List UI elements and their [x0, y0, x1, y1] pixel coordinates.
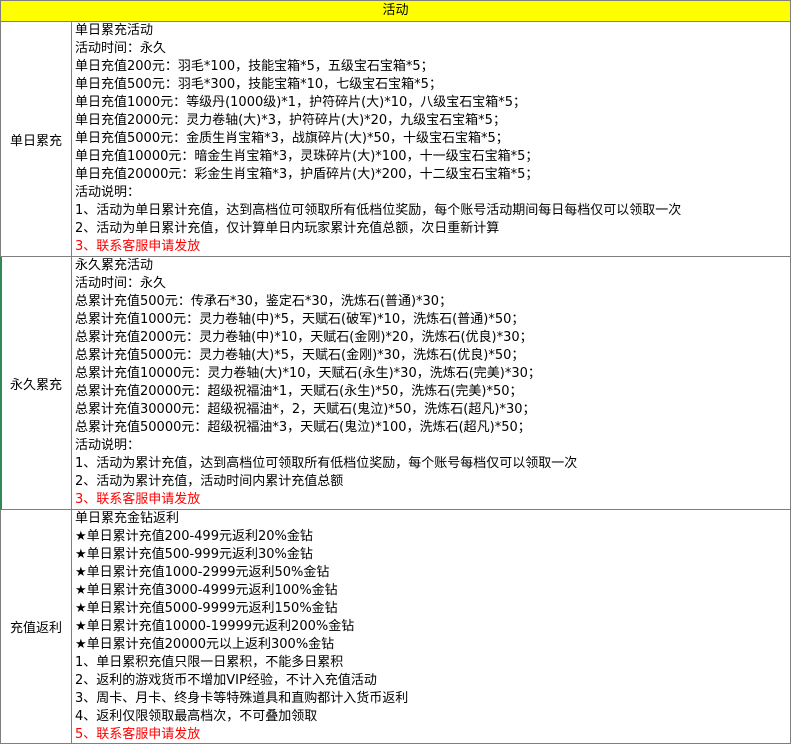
content-line: ★单日累计充值1000-2999元返利50%金钻	[75, 565, 330, 580]
content-daily-recharge[interactable]: 单日累充活动 活动时间：永久单日充值200元：羽毛*100，技能宝箱*5，五级宝石…	[72, 22, 791, 257]
content-line: 活动时间：永久	[75, 41, 167, 56]
content-line: 永久累充活动	[75, 258, 154, 273]
content-line: ★单日累计充值10000-19999元返利200%金钻	[75, 619, 355, 634]
content-line: 2、返利的游戏货币不增加VIP经验，不计入充值活动	[75, 673, 377, 688]
contact-note-line: 3、联系客服申请发放	[75, 492, 201, 507]
content-line: 1、单日累积充值只限一日累积，不能多日累积	[75, 655, 344, 670]
sheet-header[interactable]: 活动	[0, 0, 791, 22]
content-line: 单日累充活动	[75, 23, 154, 38]
content-line: 单日充值10000元：暗金生肖宝箱*3，灵珠碎片(大)*100，十一级宝石宝箱*…	[75, 149, 539, 164]
content-line: 总累计充值1000元：灵力卷轴(中)*5，天赋石(破军)*10，洗炼石(普通)*…	[75, 312, 525, 327]
content-line: 总累计充值500元：传承石*30，鉴定石*30，洗炼石(普通)*30；	[75, 294, 453, 309]
section-daily-recharge: 单日累充 单日累充活动 活动时间：永久单日充值200元：羽毛*100，技能宝箱*5…	[0, 22, 791, 257]
row-label-permanent-recharge[interactable]: 永久累充	[0, 257, 72, 510]
contact-note-line: 5、联系客服申请发放	[75, 727, 201, 742]
content-line: 3、周卡、月卡、终身卡等特殊道具和直购都计入货币返利	[75, 691, 409, 706]
content-line: 单日充值2000元：灵力卷轴(大)*3，护符碎片(大)*20，九级宝石宝箱*5；	[75, 113, 506, 128]
section-permanent-recharge: 永久累充 永久累充活动 活动时间：永久总累计充值500元：传承石*30，鉴定石*3…	[0, 257, 791, 510]
content-line: 单日充值1000元：等级丹(1000级)*1，护符碎片(大)*10，八级宝石宝箱…	[75, 95, 527, 110]
contact-note-line: 3、联系客服申请发放	[75, 239, 201, 254]
content-permanent-recharge[interactable]: 永久累充活动 活动时间：永久总累计充值500元：传承石*30，鉴定石*30，洗炼石…	[72, 257, 791, 510]
row-label-daily-recharge[interactable]: 单日累充	[0, 22, 72, 257]
content-line: 单日充值200元：羽毛*100，技能宝箱*5，五级宝石宝箱*5；	[75, 59, 434, 74]
content-line: ★单日累计充值200-499元返利20%金钻	[75, 529, 313, 544]
cell-selection-edge	[0, 257, 2, 510]
row-label-text: 充值返利	[9, 621, 62, 636]
content-line: 活动说明：	[75, 438, 141, 453]
content-line: 2、活动为累计充值，活动时间内累计充值总额	[75, 474, 344, 489]
row-label-text: 永久累充	[9, 377, 62, 393]
content-line: ★单日累计充值3000-4999元返利100%金钻	[75, 583, 338, 598]
content-line: 总累计充值50000元：超级祝福油*3，天赋石(鬼泣)*100，洗炼石(超凡)*…	[75, 420, 531, 435]
row-label-text: 单日累充	[9, 133, 62, 149]
row-label-recharge-rebate[interactable]: 充值返利	[0, 510, 72, 744]
section-recharge-rebate: 充值返利 单日累充金钻返利 ★单日累计充值200-499元返利20%金钻 ★单日累计…	[0, 510, 791, 744]
content-line: 1、活动为累计充值，达到高档位可领取所有低档位奖励，每个账号每档仅可以领取一次	[75, 456, 578, 471]
activity-sheet: 活动 单日累充 单日累充活动 活动时间：永久 单日充值200元：羽毛*100，技能宝…	[0, 0, 791, 745]
content-line: 活动说明：	[75, 185, 141, 200]
content-line: 活动时间：永久	[75, 276, 167, 291]
content-line: 单日充值20000元：彩金生肖宝箱*3，护盾碎片(大)*200，十二级宝石宝箱*…	[75, 167, 539, 182]
content-line: 1、活动为单日累计充值，达到高档位可领取所有低档位奖励，每个账号活动期间每日每档…	[75, 203, 682, 218]
content-line: 总累计充值5000元：灵力卷轴(大)*5，天赋石(金刚)*30，洗炼石(优良)*…	[75, 348, 525, 363]
content-line: ★单日累计充值500-999元返利30%金钻	[75, 547, 313, 562]
content-line: 4、返利仅限领取最高档次，不可叠加领取	[75, 709, 318, 724]
content-recharge-rebate[interactable]: 单日累充金钻返利 ★单日累计充值200-499元返利20%金钻 ★单日累计充值500…	[72, 510, 791, 744]
content-line: 2、活动为单日累计充值，仅计算单日内玩家累计充值总额，次日重新计算	[75, 221, 500, 236]
content-line: 总累计充值10000元：灵力卷轴(大)*10，天赋石(永生)*30，洗炼石(完美…	[75, 366, 541, 381]
content-line: 总累计充值2000元：灵力卷轴(中)*10，天赋石(金刚)*20，洗炼石(优良)…	[75, 330, 533, 345]
content-line: ★单日累计充值20000元以上返利300%金钻	[75, 637, 335, 652]
content-line: 总累计充值30000元：超级祝福油*，2，天赋石(鬼泣)*50，洗炼石(超凡)*…	[75, 402, 536, 417]
content-line: 单日充值500元：羽毛*300，技能宝箱*10，七级宝石宝箱*5；	[75, 77, 442, 92]
content-line: 单日充值5000元：金质生肖宝箱*3，战旗碎片(大)*50，十级宝石宝箱*5；	[75, 131, 509, 146]
content-line: 总累计充值20000元：超级祝福油*1，天赋石(永生)*50，洗炼石(完美)*5…	[75, 384, 523, 399]
content-line: 单日累充金钻返利	[75, 511, 180, 526]
content-line: ★单日累计充值5000-9999元返利150%金钻	[75, 601, 338, 616]
